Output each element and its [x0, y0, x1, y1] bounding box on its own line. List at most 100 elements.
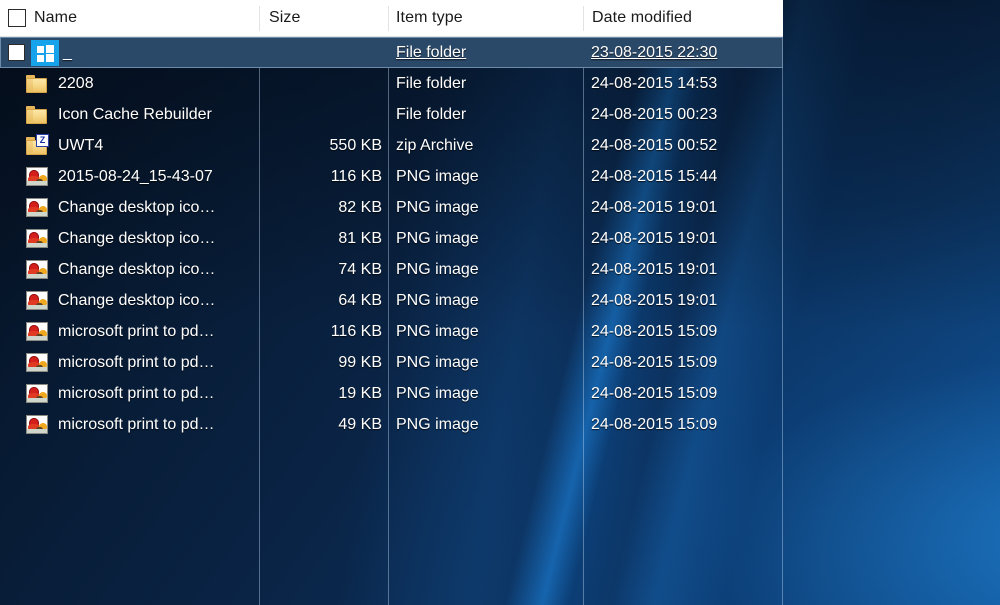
cell-size[interactable]	[260, 37, 382, 68]
name-cell-content: 2015-08-24_15-43-07	[0, 167, 213, 186]
column-header-name[interactable]: Name	[34, 0, 77, 36]
cell-type[interactable]: PNG image	[396, 192, 582, 223]
cell-size[interactable]: 64 KB	[260, 285, 382, 316]
file-size-label: 99 KB	[338, 353, 382, 371]
cell-size[interactable]: 116 KB	[260, 161, 382, 192]
cell-type[interactable]: File folder	[396, 68, 582, 99]
cell-name[interactable]: Change desktop ico…	[0, 223, 259, 254]
cell-date[interactable]: 24-08-2015 14:53	[591, 68, 783, 99]
cell-date[interactable]: 24-08-2015 15:09	[591, 347, 783, 378]
column-header-size[interactable]: Size	[269, 0, 301, 36]
cell-type[interactable]: File folder	[396, 99, 582, 130]
cell-size[interactable]: 99 KB	[260, 347, 382, 378]
cell-size[interactable]	[260, 99, 382, 130]
cell-size[interactable]: 116 KB	[260, 316, 382, 347]
file-list-row[interactable]: microsoft print to pd… 19 KB PNG image 24-0…	[0, 378, 783, 409]
item-type-label: PNG image	[396, 415, 479, 433]
cell-date[interactable]: 24-08-2015 19:01	[591, 285, 783, 316]
cell-size[interactable]: 49 KB	[260, 409, 382, 440]
cell-type[interactable]: PNG image	[396, 378, 582, 409]
cell-name[interactable]: Icon Cache Rebuilder	[0, 99, 259, 130]
file-list-row[interactable]: Change desktop ico… 64 KB PNG image 24-08-2…	[0, 285, 783, 316]
cell-name[interactable]: Change desktop ico…	[0, 285, 259, 316]
cell-name[interactable]: Change desktop ico…	[0, 254, 259, 285]
cell-date[interactable]: 24-08-2015 19:01	[591, 254, 783, 285]
cell-type[interactable]: PNG image	[396, 316, 582, 347]
date-modified-label: 24-08-2015 15:44	[591, 167, 718, 185]
cell-name[interactable]: 2015-08-24_15-43-07	[0, 161, 259, 192]
cell-date[interactable]: 24-08-2015 15:09	[591, 409, 783, 440]
cell-size[interactable]: 81 KB	[260, 223, 382, 254]
cell-type[interactable]: PNG image	[396, 285, 582, 316]
cell-size[interactable]: 550 KB	[260, 130, 382, 161]
file-list-row[interactable]: _ File folder 23-08-2015 22:30	[0, 37, 783, 68]
cell-date[interactable]: 24-08-2015 15:44	[591, 161, 783, 192]
file-list-row[interactable]: microsoft print to pd… 49 KB PNG image 24-0…	[0, 409, 783, 440]
row-select-checkbox[interactable]	[8, 44, 25, 61]
file-size-label: 64 KB	[338, 291, 382, 309]
date-modified-label: 24-08-2015 00:52	[591, 136, 718, 154]
cell-name[interactable]: microsoft print to pd…	[0, 347, 259, 378]
cell-date[interactable]: 24-08-2015 00:52	[591, 130, 783, 161]
date-modified-label: 24-08-2015 19:01	[591, 229, 718, 247]
column-header-name-label: Name	[34, 9, 78, 26]
folder-icon	[26, 105, 48, 124]
file-name-label: UWT4	[58, 136, 104, 154]
cell-date[interactable]: 24-08-2015 15:09	[591, 378, 783, 409]
column-divider-type-date[interactable]	[583, 6, 584, 31]
cell-type[interactable]: PNG image	[396, 254, 582, 285]
file-list-row[interactable]: Z UWT4 550 KB zip Archive 24-08-2015 00:52	[0, 130, 783, 161]
item-type-label: PNG image	[396, 384, 479, 402]
file-name-label: Change desktop ico…	[58, 260, 216, 278]
column-divider-size-type[interactable]	[388, 6, 389, 31]
file-name-label: 2208	[58, 74, 94, 92]
cell-size[interactable]	[260, 68, 382, 99]
file-list-row[interactable]: Icon Cache Rebuilder File folder 24-08-201…	[0, 99, 783, 130]
column-header-item-type[interactable]: Item type	[396, 0, 463, 36]
cell-date[interactable]: 24-08-2015 00:23	[591, 99, 783, 130]
file-list-row[interactable]: microsoft print to pd… 116 KB PNG image 24-…	[0, 316, 783, 347]
cell-date[interactable]: 24-08-2015 19:01	[591, 223, 783, 254]
cell-name[interactable]: microsoft print to pd…	[0, 316, 259, 347]
cell-date[interactable]: 24-08-2015 19:01	[591, 192, 783, 223]
cell-size[interactable]: 82 KB	[260, 192, 382, 223]
cell-name[interactable]: _	[0, 37, 259, 68]
cell-type[interactable]: PNG image	[396, 347, 582, 378]
file-name-label: microsoft print to pd…	[58, 384, 215, 402]
cell-type[interactable]: PNG image	[396, 223, 582, 254]
item-type-label: PNG image	[396, 167, 479, 185]
file-name-label: microsoft print to pd…	[58, 322, 215, 340]
column-header-bar: Name Size Item type Date modified	[0, 0, 783, 37]
cell-name[interactable]: 2208	[0, 68, 259, 99]
file-list-row[interactable]: microsoft print to pd… 99 KB PNG image 24-0…	[0, 347, 783, 378]
cell-type[interactable]: PNG image	[396, 409, 582, 440]
date-modified-label: 24-08-2015 15:09	[591, 353, 718, 371]
cell-size[interactable]: 74 KB	[260, 254, 382, 285]
file-list-row[interactable]: 2208 File folder 24-08-2015 14:53	[0, 68, 783, 99]
cell-name[interactable]: microsoft print to pd…	[0, 409, 259, 440]
file-name-label: _	[63, 43, 72, 61]
column-header-date-modified[interactable]: Date modified	[592, 0, 692, 36]
file-list-row[interactable]: Change desktop ico… 82 KB PNG image 24-08-2…	[0, 192, 783, 223]
cell-date[interactable]: 24-08-2015 15:09	[591, 316, 783, 347]
item-type-label: PNG image	[396, 322, 479, 340]
cell-type[interactable]: zip Archive	[396, 130, 582, 161]
cell-date[interactable]: 23-08-2015 22:30	[591, 37, 783, 68]
column-divider-name-size[interactable]	[259, 6, 260, 31]
item-type-label: PNG image	[396, 229, 479, 247]
select-all-checkbox[interactable]	[8, 9, 26, 27]
cell-type[interactable]: File folder	[396, 37, 582, 68]
date-modified-label: 24-08-2015 19:01	[591, 198, 718, 216]
zip-folder-icon: Z	[26, 133, 49, 155]
name-cell-content: Change desktop ico…	[0, 291, 215, 310]
file-size-label: 116 KB	[330, 167, 382, 185]
file-list-row[interactable]: Change desktop ico… 81 KB PNG image 24-08-2…	[0, 223, 783, 254]
cell-type[interactable]: PNG image	[396, 161, 582, 192]
name-cell-content: Z UWT4	[0, 133, 104, 155]
file-list-row[interactable]: 2015-08-24_15-43-07 116 KB PNG image 24-08-…	[0, 161, 783, 192]
file-list-row[interactable]: Change desktop ico… 74 KB PNG image 24-08-2…	[0, 254, 783, 285]
cell-name[interactable]: Change desktop ico…	[0, 192, 259, 223]
cell-name[interactable]: Z UWT4	[0, 130, 259, 161]
cell-size[interactable]: 19 KB	[260, 378, 382, 409]
cell-name[interactable]: microsoft print to pd…	[0, 378, 259, 409]
